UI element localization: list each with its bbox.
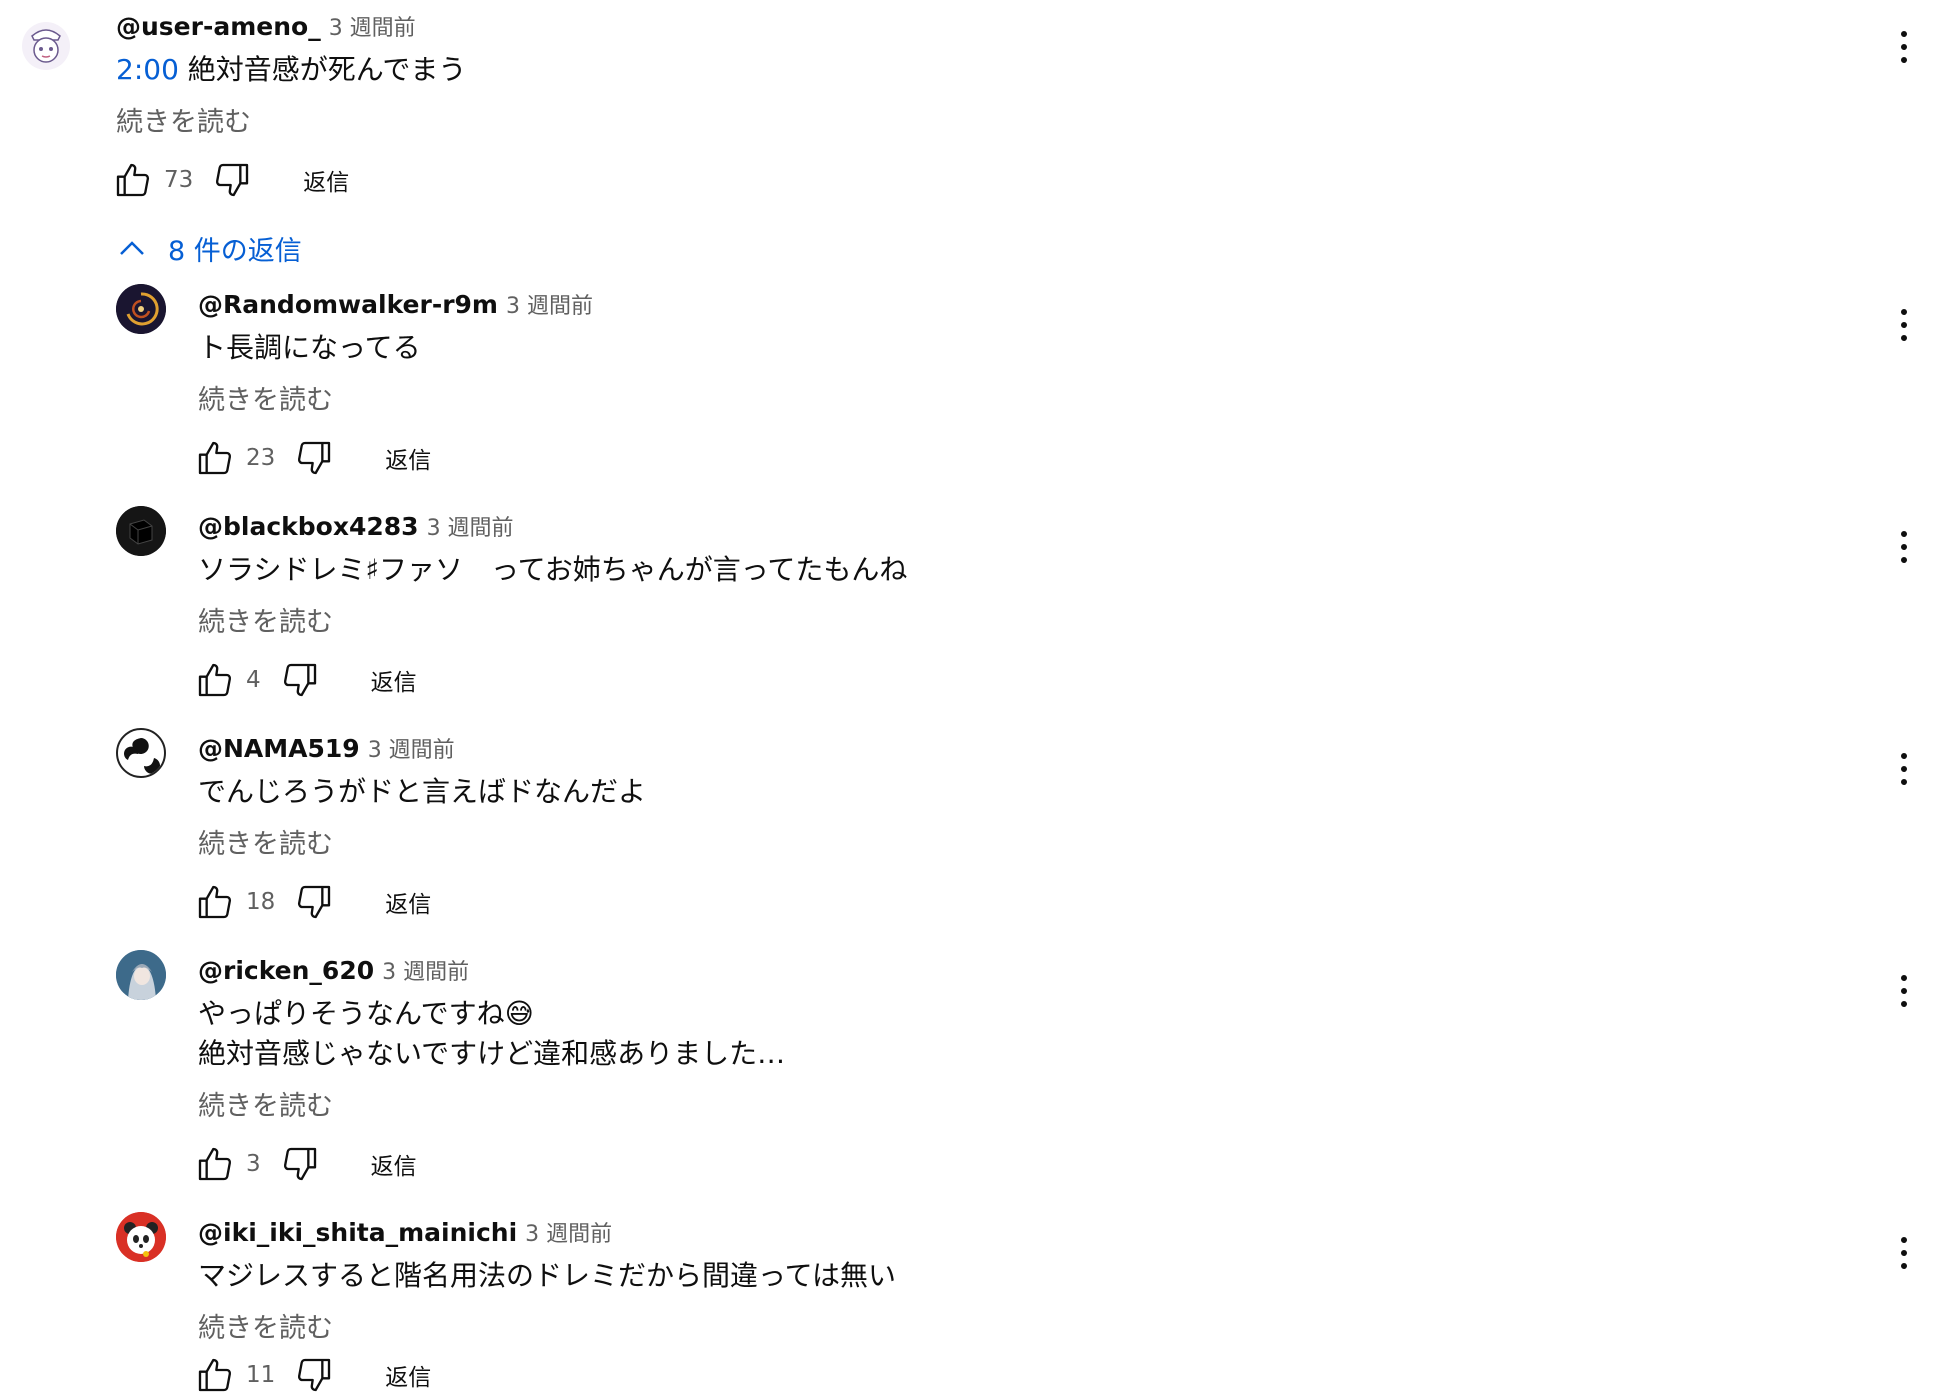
like-count: 3 <box>246 1151 261 1177</box>
comment-text: マジレスすると階名用法のドレミだから間違っては無い <box>198 1259 897 1292</box>
thumbs-down-icon <box>298 1358 331 1392</box>
like-button[interactable] <box>108 155 158 205</box>
like-button[interactable] <box>190 1350 240 1400</box>
comment-text-line-2: 絶対音感じゃないですけど違和感ありました… <box>198 1037 786 1070</box>
dislike-button[interactable] <box>289 433 339 483</box>
thumbs-up-icon <box>198 1358 232 1392</box>
thumbs-down-icon <box>216 163 249 197</box>
dislike-button[interactable] <box>275 1139 325 1189</box>
comment-text: 2:00 絶対音感が死んでまう <box>116 50 466 90</box>
dislike-button[interactable] <box>207 155 257 205</box>
timestamp-link[interactable]: 2:00 <box>116 53 179 86</box>
avatar[interactable] <box>116 1212 166 1262</box>
comment-author[interactable]: @iki_iki_shita_mainichi <box>198 1218 517 1247</box>
read-more-link[interactable]: 続きを読む <box>116 100 251 139</box>
comment-author[interactable]: @NAMA519 <box>198 734 360 763</box>
avatar-character-icon <box>116 950 166 1000</box>
like-button[interactable] <box>190 655 240 705</box>
dislike-button[interactable] <box>289 1350 339 1400</box>
read-more-link[interactable]: 続きを読む <box>198 1084 333 1123</box>
avatar[interactable] <box>116 950 166 1000</box>
avatar-cube-icon <box>116 506 166 556</box>
like-count: 11 <box>246 1362 276 1388</box>
reply-button[interactable]: 返信 <box>385 885 431 919</box>
avatar[interactable] <box>116 284 166 334</box>
avatar[interactable] <box>116 728 166 778</box>
reply-button[interactable]: 返信 <box>303 163 349 197</box>
replies-count-label: 8 件の返信 <box>168 235 302 267</box>
replies-toggle-button[interactable]: 8 件の返信 <box>118 228 302 268</box>
more-options-button[interactable] <box>1884 522 1924 572</box>
comment-text: ソラシドレミ♯ファソ ってお姉ちゃんが言ってたもんね <box>198 553 908 586</box>
like-count: 73 <box>164 167 194 193</box>
read-more-link[interactable]: 続きを読む <box>198 600 333 639</box>
like-button[interactable] <box>190 877 240 927</box>
thumbs-up-icon <box>116 163 150 197</box>
like-count: 23 <box>246 445 276 471</box>
comment-time[interactable]: 3 週間前 <box>368 732 455 764</box>
avatar[interactable] <box>22 22 70 70</box>
read-more-link[interactable]: 続きを読む <box>198 822 333 861</box>
comment-text: ト長調になってる <box>198 331 421 364</box>
avatar-character-icon <box>31 29 61 63</box>
more-options-button[interactable] <box>1884 300 1924 350</box>
avatar-panda-icon <box>116 1212 166 1262</box>
thumbs-up-icon <box>198 441 232 475</box>
reply-button[interactable]: 返信 <box>371 663 417 697</box>
thumbs-up-icon <box>198 1147 232 1181</box>
comment-author[interactable]: @user-ameno_ <box>116 12 321 41</box>
comment-time[interactable]: 3 週間前 <box>506 288 593 320</box>
comment-text: やっぱりそうなんですね😅 <box>198 997 534 1030</box>
read-more-link[interactable]: 続きを読む <box>198 1306 333 1345</box>
more-options-button[interactable] <box>1884 22 1924 72</box>
comment-time[interactable]: 3 週間前 <box>382 954 469 986</box>
like-count: 18 <box>246 889 276 915</box>
reply-button[interactable]: 返信 <box>371 1147 417 1181</box>
comment-text: でんじろうがドと言えばドなんだよ <box>198 775 647 808</box>
comment-time[interactable]: 3 週間前 <box>427 510 514 542</box>
like-count: 4 <box>246 667 261 693</box>
comment-text-content: 絶対音感が死んでまう <box>187 53 467 86</box>
avatar-tomoe-icon <box>119 731 163 775</box>
thumbs-down-icon <box>298 885 331 919</box>
dislike-button[interactable] <box>289 877 339 927</box>
comment-author[interactable]: @blackbox4283 <box>198 512 419 541</box>
more-options-button[interactable] <box>1884 966 1924 1016</box>
reply-button[interactable]: 返信 <box>385 1358 431 1392</box>
reply-button[interactable]: 返信 <box>385 441 431 475</box>
dislike-button[interactable] <box>275 655 325 705</box>
chevron-up-icon <box>120 241 144 255</box>
comment-time[interactable]: 3 週間前 <box>329 10 416 42</box>
avatar[interactable] <box>116 506 166 556</box>
comment-author[interactable]: @Randomwalker-r9m <box>198 290 498 319</box>
comment-author[interactable]: @ricken_620 <box>198 956 374 985</box>
comment-time[interactable]: 3 週間前 <box>525 1216 612 1248</box>
thumbs-up-icon <box>198 885 232 919</box>
thumbs-down-icon <box>298 441 331 475</box>
thumbs-up-icon <box>198 663 232 697</box>
more-options-button[interactable] <box>1884 1228 1924 1278</box>
thumbs-down-icon <box>283 1147 316 1181</box>
thumbs-down-icon <box>283 663 316 697</box>
read-more-link[interactable]: 続きを読む <box>198 378 333 417</box>
like-button[interactable] <box>190 433 240 483</box>
more-options-button[interactable] <box>1884 744 1924 794</box>
like-button[interactable] <box>190 1139 240 1189</box>
avatar-swirl-icon <box>116 284 166 334</box>
